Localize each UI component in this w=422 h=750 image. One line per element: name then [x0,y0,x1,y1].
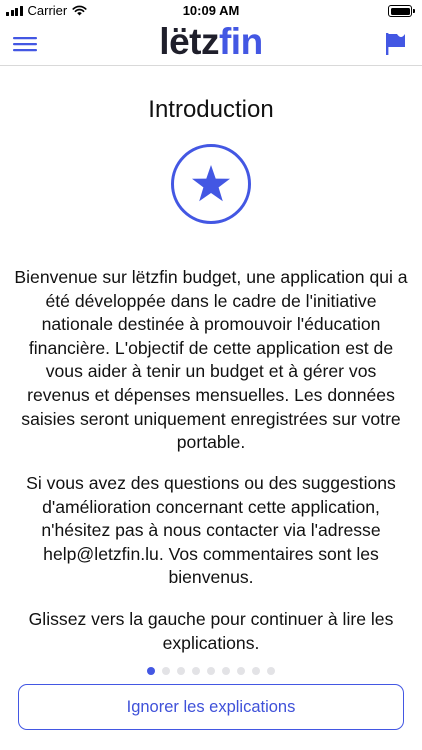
skip-explanations-button[interactable]: Ignorer les explications [18,684,404,730]
logo-text-accent: fin [218,21,263,62]
app-logo: lëtzfin [0,22,422,62]
page-dot[interactable] [207,667,215,675]
swipe-hint-paragraph: Glissez vers la gauche pour continuer à … [28,609,394,653]
status-bar: Carrier 10:09 AM [0,0,422,22]
page-title: Introduction [148,96,274,123]
page-dot[interactable] [162,667,170,675]
page-dot[interactable] [192,667,200,675]
flag-icon[interactable] [382,30,408,58]
contact-paragraph: Si vous avez des questions ou des sugges… [26,473,396,588]
battery-icon [388,5,415,17]
page-dot[interactable] [177,667,185,675]
page-dot[interactable] [252,667,260,675]
status-time: 10:09 AM [182,3,240,18]
intro-paragraph: Bienvenue sur lëtzfin budget, une applic… [14,267,408,453]
page-indicator[interactable] [0,667,422,675]
page-dot[interactable] [267,667,275,675]
page-dot[interactable] [222,667,230,675]
nav-bar: lëtzfin [0,22,422,66]
logo-text-dark: lëtz [159,21,219,62]
page-dot[interactable] [237,667,245,675]
page-dot[interactable] [147,667,155,675]
star-icon [171,144,251,224]
